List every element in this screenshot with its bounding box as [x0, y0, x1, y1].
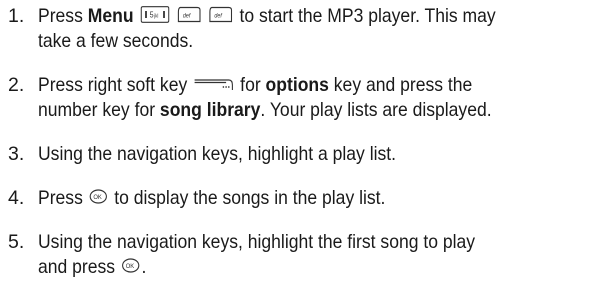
ok-key-icon: OK [122, 258, 140, 273]
step-number: 3. [8, 143, 25, 165]
song-library-label: song library [159, 99, 261, 121]
svg-text:jkl: jkl [153, 14, 158, 20]
step-text: Press Menu 5 jkl def def to start the MP… [38, 5, 496, 52]
svg-text:OK: OK [126, 263, 135, 270]
ok-key-icon: OK [89, 189, 108, 204]
svg-text:def: def [183, 14, 192, 20]
step-number: 2. [8, 74, 25, 96]
menu-label: Menu [87, 5, 134, 27]
step-text: Press right soft key for options key and… [38, 74, 492, 121]
right-soft-key-icon [194, 77, 234, 91]
key-3-def-icon: def [177, 6, 201, 23]
step-text: Using the navigation keys, highlight the… [38, 231, 476, 278]
step-number: 1. [8, 5, 25, 27]
key-3-def-icon: def [209, 6, 233, 23]
key-5-jkl-icon: 5 jkl [140, 6, 169, 24]
svg-text:5: 5 [149, 10, 153, 19]
svg-text:OK: OK [94, 194, 103, 201]
step-number: 4. [8, 187, 25, 209]
step-text: Press OK to display the songs in the pla… [38, 187, 386, 209]
step-number: 5. [8, 231, 25, 253]
svg-text:def: def [215, 14, 224, 20]
options-label: options [265, 74, 329, 96]
step-text: Using the navigation keys, highlight a p… [38, 143, 397, 165]
